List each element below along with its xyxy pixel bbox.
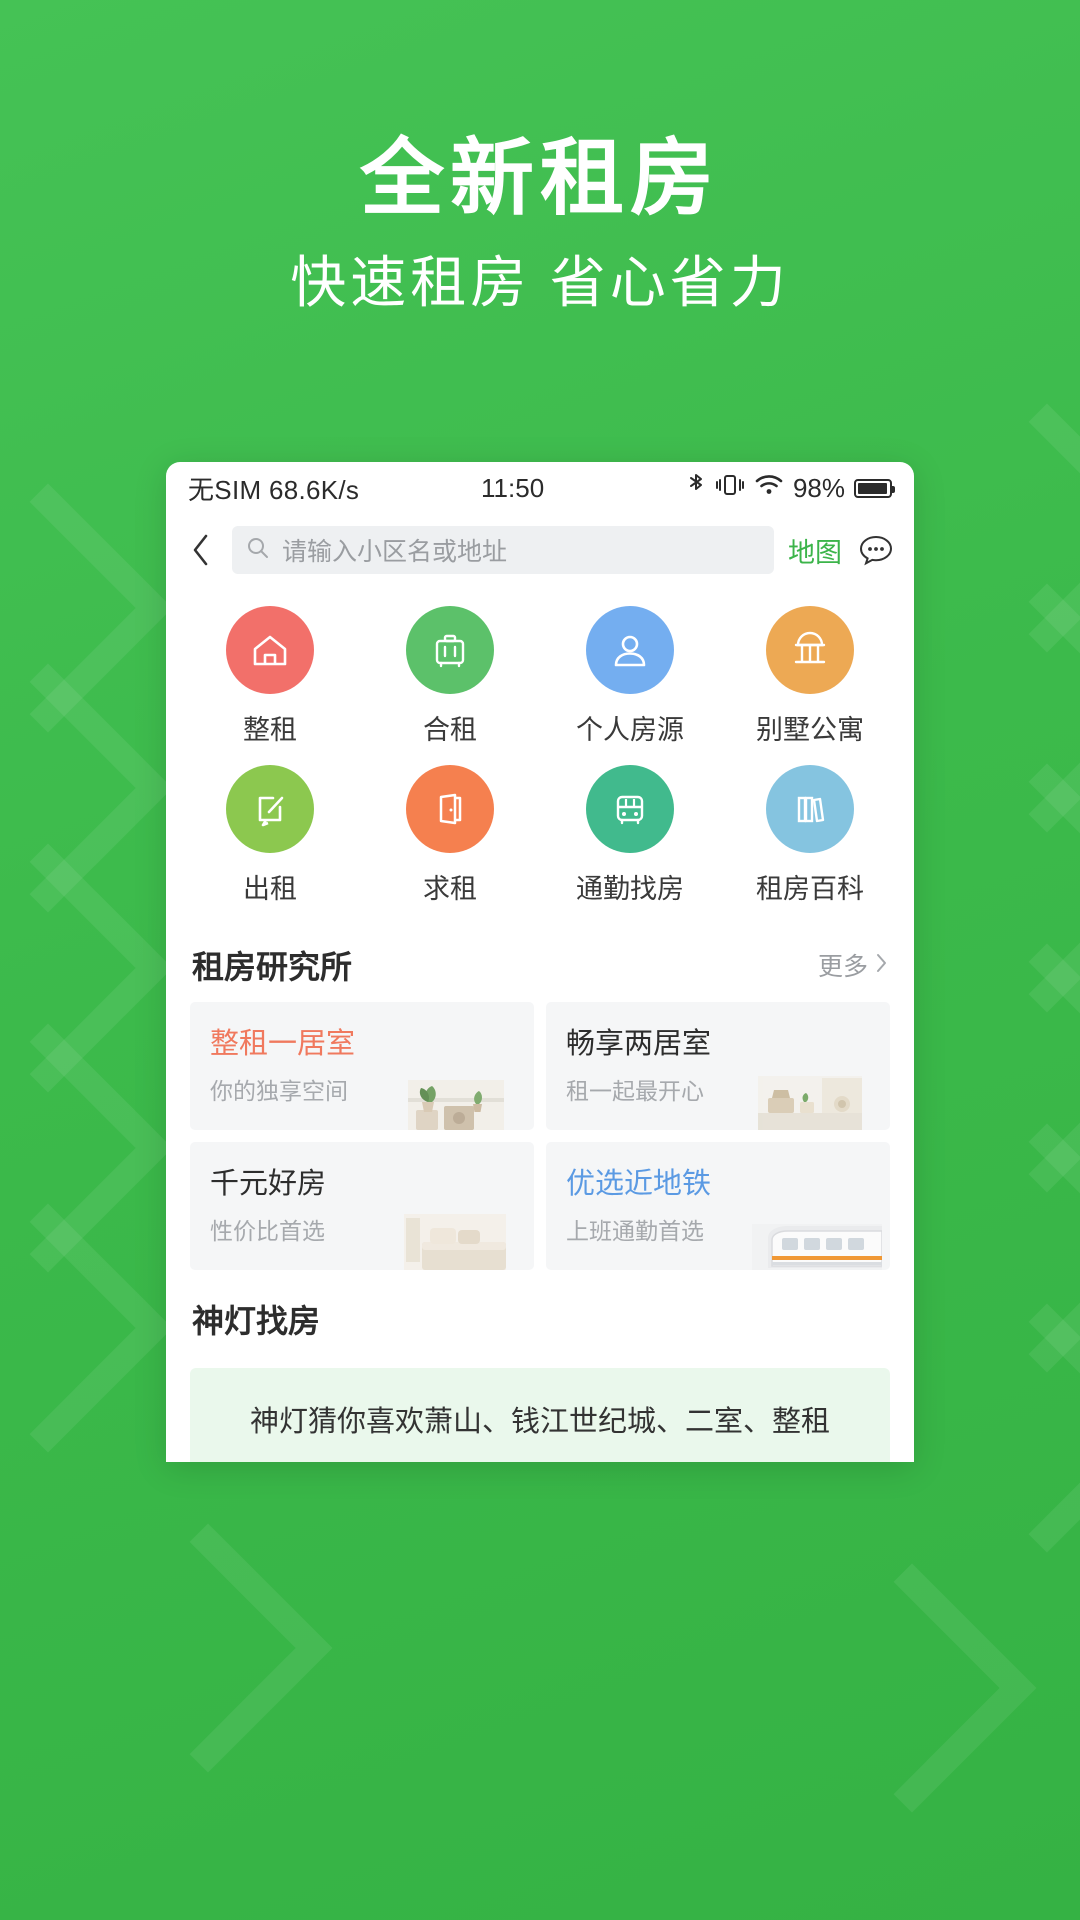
research-section-header: 租房研究所 更多 — [166, 932, 914, 1002]
grid-item-label: 出租 — [243, 874, 297, 904]
grid-item-chuzu[interactable]: 出租 — [180, 765, 360, 906]
bus-icon — [586, 765, 674, 853]
battery-icon — [854, 478, 895, 498]
research-more-link[interactable]: 更多 — [818, 947, 888, 983]
grid-item-label: 整租 — [243, 715, 297, 745]
train-illustration — [752, 1224, 882, 1270]
status-bar: 无SIM 68.6K/s 11:50 98% — [166, 462, 914, 514]
more-label: 更多 — [817, 953, 868, 981]
search-placeholder: 请输入小区名或地址 — [282, 538, 508, 566]
grid-item-tongqin-zhaofang[interactable]: 通勤找房 — [540, 765, 720, 906]
research-card[interactable]: 优选近地铁 上班通勤首选 — [546, 1142, 890, 1270]
grid-item-bieshu-gongyu[interactable]: 别墅公寓 — [720, 606, 900, 747]
chevron-decoration — [922, 1303, 1080, 1553]
chevron-right-icon — [875, 951, 888, 980]
research-card[interactable]: 千元好房 性价比首选 — [190, 1142, 534, 1270]
search-icon — [246, 536, 270, 565]
search-input[interactable]: 请输入小区名或地址 — [232, 526, 774, 574]
edit-board-icon — [226, 765, 314, 853]
card-title: 畅享两居室 — [566, 1028, 712, 1060]
research-card[interactable]: 畅享两居室 租一起最开心 — [546, 1002, 890, 1130]
grid-item-label: 别墅公寓 — [756, 715, 864, 745]
promo-subtitle: 快速租房 省心省力 — [290, 251, 790, 314]
research-card[interactable]: 整租一居室 你的独享空间 — [190, 1002, 534, 1130]
chat-bubble-icon[interactable] — [856, 530, 896, 570]
research-cards: 整租一居室 你的独享空间 畅享两居室 租一起最开心 千元好房 性价比首选 优选近… — [166, 1002, 914, 1270]
books-icon — [766, 765, 854, 853]
phone-screen: 无SIM 68.6K/s 11:50 98% 请输入小区名或地址 地图 整租 合… — [166, 462, 914, 1462]
card-title: 整租一居室 — [210, 1028, 356, 1060]
promo-title: 全新租房 — [359, 131, 720, 225]
grid-item-qiuzu[interactable]: 求租 — [360, 765, 540, 906]
grid-item-label: 通勤找房 — [576, 874, 684, 904]
status-time: 11:50 — [481, 472, 545, 503]
search-bar: 请输入小区名或地址 地图 — [166, 514, 914, 586]
chevron-decoration — [83, 1523, 333, 1773]
kitchen-table-illustration — [758, 1076, 862, 1130]
grid-item-label: 租房百科 — [756, 874, 864, 904]
back-chevron-icon[interactable] — [184, 533, 218, 567]
chevron-decoration — [787, 1563, 1037, 1813]
card-title: 千元好房 — [210, 1168, 327, 1200]
luggage-icon — [406, 606, 494, 694]
grid-item-label: 个人房源 — [576, 715, 684, 745]
card-title: 优选近地铁 — [566, 1168, 712, 1200]
grid-item-zufang-baike[interactable]: 租房百科 — [720, 765, 900, 906]
building-icon — [766, 606, 854, 694]
bluetooth-icon — [686, 472, 706, 505]
grid-item-label: 合租 — [423, 715, 477, 745]
shendeng-section-header: 神灯找房 — [166, 1270, 914, 1356]
wifi-icon — [754, 473, 784, 504]
house-icon — [226, 606, 314, 694]
chevron-decoration — [0, 1203, 173, 1453]
grid-item-hezu[interactable]: 合租 — [360, 606, 540, 747]
shendeng-guess-text: 神灯猜你喜欢萧山、钱江世纪城、二室、整租 — [249, 1406, 830, 1438]
status-carrier-speed: 无SIM 68.6K/s — [188, 474, 360, 505]
vibrate-icon — [715, 472, 745, 505]
grid-item-geren-fangyuan[interactable]: 个人房源 — [540, 606, 720, 747]
shendeng-box: 神灯猜你喜欢萧山、钱江世纪城、二室、整租 修改需求 — [190, 1368, 890, 1462]
shendeng-title: 神灯找房 — [192, 1303, 321, 1339]
map-link[interactable]: 地图 — [788, 531, 842, 570]
grid-item-label: 求租 — [423, 874, 477, 904]
door-icon — [406, 765, 494, 853]
person-icon — [586, 606, 674, 694]
research-title: 租房研究所 — [192, 949, 353, 985]
category-grid: 整租 合租 个人房源 别墅公寓 出租 求租 通勤找房 租房百科 — [166, 586, 914, 932]
grid-item-zhengzu[interactable]: 整租 — [180, 606, 360, 747]
bedroom-illustration — [404, 1214, 506, 1270]
battery-percent: 98% — [792, 472, 845, 503]
plants-shelf-illustration — [408, 1080, 504, 1130]
